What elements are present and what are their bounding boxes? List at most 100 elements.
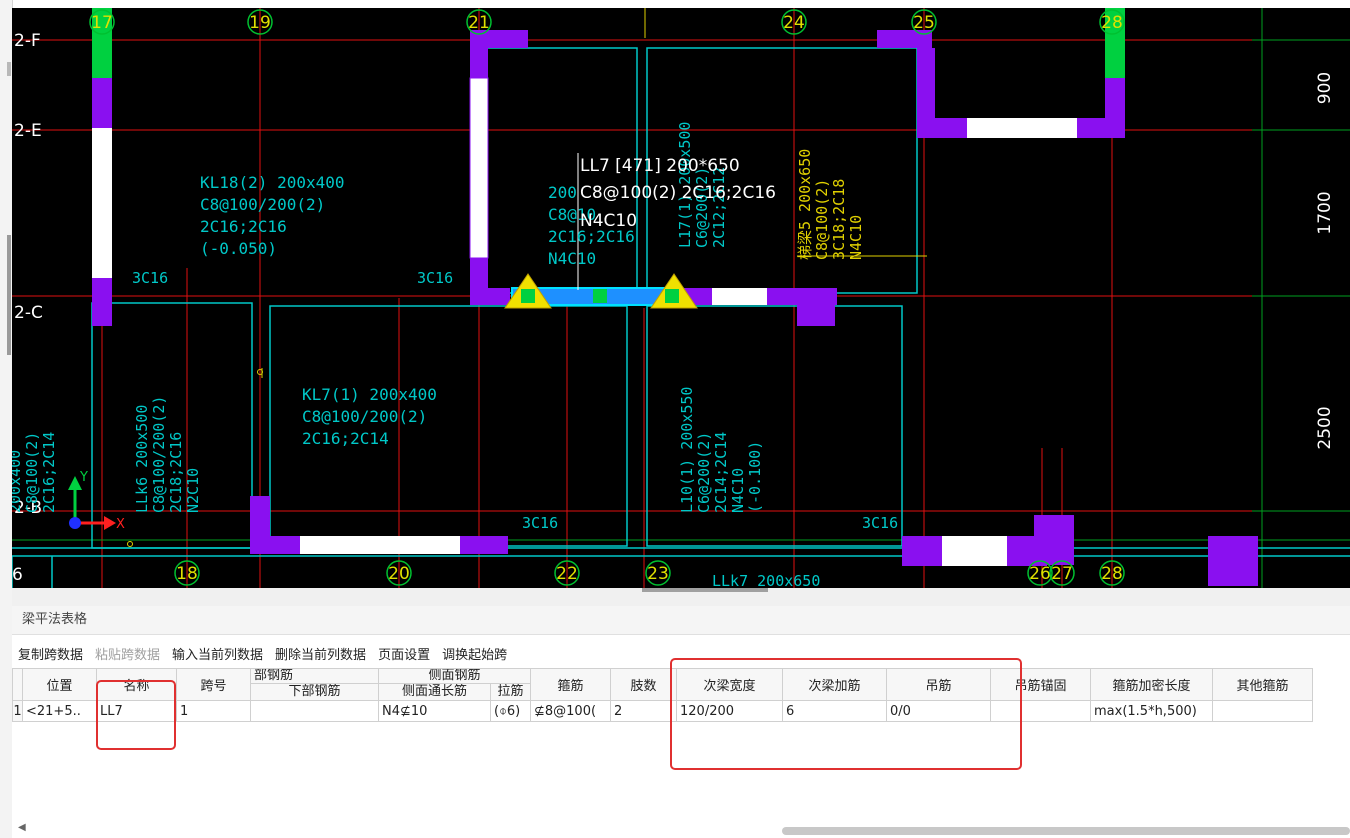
annotation-line: C8@100/200(2) xyxy=(200,195,325,214)
highlight-box-name xyxy=(96,680,176,750)
cell-stirrup[interactable]: ⊈8@100( xyxy=(530,700,611,722)
header-other-stirrup[interactable]: 其他箍筋 xyxy=(1212,668,1313,701)
3c16-label: 3C16 xyxy=(862,514,898,532)
cad-drawing[interactable]: 17 19 21 24 25 28 18 20 22 23 26 27 28 2-F2-E2-C2-B… xyxy=(12,8,1350,588)
vertical-annotation-line: N4C10 xyxy=(729,468,747,513)
3c16-label: 3C16 xyxy=(417,269,453,287)
axis-bubble-label: 20 xyxy=(388,564,410,584)
vertical-annotation-line: 2C18;2C16 xyxy=(167,432,185,513)
cell-span[interactable]: 1 xyxy=(176,700,251,722)
row-number: 1 xyxy=(12,700,23,722)
ucs-y-label: Y xyxy=(79,470,88,485)
axis-bubble-label: 26 xyxy=(1029,564,1051,584)
vertical-annotation-line: LLk6 200x500 xyxy=(133,405,151,513)
cell-other-stirrup[interactable] xyxy=(1212,700,1313,722)
3c16-label: 3C16 xyxy=(132,269,168,287)
header-group-side-rebar: 侧面钢筋 xyxy=(378,668,531,684)
axis-bubble-label: 24 xyxy=(783,13,805,33)
beam-table: 位置 名称 跨号 部钢筋 侧面钢筋 箍筋 肢数 次梁宽度 次梁加筋 吊筋 吊筋锚… xyxy=(12,668,1313,722)
dimension-label: 1700 xyxy=(1315,191,1335,234)
header-legs[interactable]: 肢数 xyxy=(610,668,677,701)
vertical-annotation-line: 2C16;2C14 xyxy=(40,432,58,513)
splitter-grip[interactable] xyxy=(642,588,768,592)
vertical-annotation-line: 3C18;2C18 xyxy=(830,179,848,260)
panel-title: 梁平法表格 xyxy=(12,606,1350,635)
dimension-label: 900 xyxy=(1315,72,1335,104)
horizontal-scrollbar[interactable] xyxy=(782,827,1350,835)
annotation-line: KL18(2) 200x400 xyxy=(200,173,345,192)
header-side-long-rebar[interactable]: 侧面通长筋 xyxy=(378,683,491,701)
delete-column-button[interactable]: 删除当前列数据 xyxy=(275,644,366,664)
axis-bubble-label: 25 xyxy=(913,13,935,33)
header-position[interactable]: 位置 xyxy=(22,668,97,701)
axis-bubble-label: 22 xyxy=(556,564,578,584)
vertical-annotation-line: 2C14;2C14 xyxy=(712,432,730,513)
scroll-left-arrow-icon[interactable]: ◀ xyxy=(18,822,26,833)
annotation-line: 2C16;2C16 xyxy=(200,217,287,236)
gutter-scroll-thumb[interactable] xyxy=(7,235,11,355)
dimension-label: 2500 xyxy=(1315,406,1335,449)
cad-drawing-canvas[interactable]: 17 19 21 24 25 28 18 20 22 23 26 27 28 2-F 2-E 2-C 2-B… xyxy=(12,8,1350,588)
row-axis-label: 6 xyxy=(12,565,23,585)
annotation-line: KL7(1) 200x400 xyxy=(302,385,437,404)
page-setup-button[interactable]: 页面设置 xyxy=(378,644,430,664)
annotation-line: N4C10 xyxy=(548,249,596,268)
axis-bubble-label: 17 xyxy=(91,13,113,33)
vertical-annotation-line: 2C12;2C12 xyxy=(710,167,728,248)
panel-title-text: 梁平法表格 xyxy=(22,612,88,627)
beam-table-panel: 梁平法表格 复制跨数据 粘贴跨数据 输入当前列数据 删除当前列数据 页面设置 调… xyxy=(12,606,1350,838)
axis-bubble-label: 28 xyxy=(1101,13,1123,33)
annotation-kl7: KL7(1) 200x400 C8@100/200(2) 2C16;2C14 xyxy=(302,385,437,448)
beam-annotations: KL18(2) 200x400 C8@100/200(2) 2C16;2C16 (-0… xyxy=(200,173,635,448)
cell-bottom-rebar[interactable] xyxy=(250,700,379,722)
vertical-annotation-line: C6@200(2) xyxy=(693,167,711,248)
llk7-partial-label: LLk7 200x650 xyxy=(712,572,820,588)
cell-position[interactable]: <21+5.. xyxy=(22,700,97,722)
vertical-annotation-line: C8@100/200(2) xyxy=(150,396,168,513)
annotation-line: 200 xyxy=(548,183,577,202)
axis-bubble-label: 21 xyxy=(468,13,490,33)
axis-bubble-label: 19 xyxy=(249,13,271,33)
axis-bubble-label: 27 xyxy=(1051,564,1073,584)
gutter-nub[interactable] xyxy=(7,62,11,76)
row-axis-label: 2-F xyxy=(14,31,41,51)
panel-splitter[interactable] xyxy=(12,588,1350,607)
header-group-top-rebar: 部钢筋 xyxy=(250,668,379,684)
vertical-annotations: L17(1) 200x500 C6@200(2) 2C12;2C12 梯梁5 200x… xyxy=(12,122,865,513)
tip-line-1: LL7 [471] 200*650 xyxy=(580,156,740,176)
cell-legs[interactable]: 2 xyxy=(610,700,677,722)
ucs-x-label: X xyxy=(116,517,125,532)
vertical-annotation-line: 梯梁5 200x650 xyxy=(796,149,814,260)
copy-span-button[interactable]: 复制跨数据 xyxy=(18,644,83,664)
vertical-annotation-line: C8@100(2) xyxy=(813,179,831,260)
axis-bubble-label: 18 xyxy=(176,564,198,584)
annotation-line: 2C16;2C14 xyxy=(302,429,389,448)
vertical-annotation-line: (-0.100) xyxy=(746,441,764,513)
row-axis-label: 2-C xyxy=(14,303,43,323)
annotation-kl18: KL18(2) 200x400 C8@100/200(2) 2C16;2C16 (-0… xyxy=(200,173,345,258)
vertical-annotation-line: C8@100(2) xyxy=(23,432,41,513)
input-column-button[interactable]: 输入当前列数据 xyxy=(172,644,263,664)
header-stirrup[interactable]: 箍筋 xyxy=(530,668,611,701)
tip-line-2: C8@100(2) 2C16;2C16 xyxy=(580,183,776,203)
cell-side-long-rebar[interactable]: N4⊈10 xyxy=(378,700,491,722)
3c16-label: 3C16 xyxy=(522,514,558,532)
header-densify-length[interactable]: 箍筋加密长度 xyxy=(1090,668,1213,701)
cell-densify-length[interactable]: max(1.5*h,500) xyxy=(1090,700,1213,722)
vertical-annotation-line: N4C10 xyxy=(847,215,865,260)
axis-bubble-label: 28 xyxy=(1101,564,1123,584)
right-dimension-labels: 900 1700 2500 xyxy=(1315,72,1335,450)
header-tie[interactable]: 拉筋 xyxy=(490,683,531,701)
paste-span-button[interactable]: 粘贴跨数据 xyxy=(95,644,160,664)
row-num-header xyxy=(12,668,23,701)
swap-start-span-button[interactable]: 调换起始跨 xyxy=(442,644,507,664)
table-row[interactable]: 1 <21+5.. LL7 1 N4⊈10 (⌽6) ⊈8@100( 2 120… xyxy=(12,700,1313,722)
highlight-box-secondary-beam xyxy=(670,658,1022,770)
row-axis-label: 2-E xyxy=(14,121,42,141)
vertical-annotation-line: N2C10 xyxy=(184,468,202,513)
cell-tie[interactable]: (⌽6) xyxy=(490,700,531,722)
header-bottom-rebar[interactable]: 下部钢筋 xyxy=(250,683,379,701)
vertical-annotation-line: C6@200(2) xyxy=(695,432,713,513)
vertical-annotation-line: L10(1) 200x550 xyxy=(678,387,696,513)
header-span[interactable]: 跨号 xyxy=(176,668,251,701)
